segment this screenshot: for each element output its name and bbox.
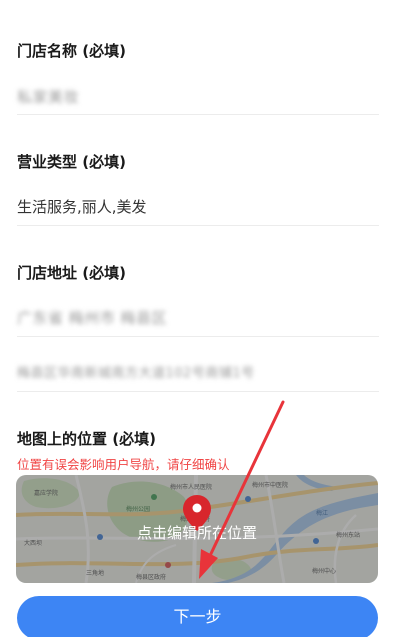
- map-edit-location-text[interactable]: 点击编辑所在位置: [16, 522, 378, 543]
- store-name-input[interactable]: 私家美妆: [17, 86, 79, 107]
- next-step-button[interactable]: 下一步: [17, 596, 378, 637]
- store-name-label: 门店名称 (必填): [17, 42, 126, 60]
- map-location-hint: 位置有误会影响用户导航，请仔细确认: [17, 457, 230, 472]
- business-type-select[interactable]: 生活服务,丽人,美发: [17, 196, 147, 217]
- store-address-label: 门店地址 (必填): [17, 264, 126, 282]
- business-type-label: 营业类型 (必填): [17, 153, 126, 171]
- divider: [17, 336, 379, 337]
- divider: [17, 225, 379, 226]
- store-form-page: 门店名称 (必填) 私家美妆 营业类型 (必填) 生活服务,丽人,美发 门店地址…: [0, 0, 404, 637]
- divider: [17, 391, 379, 392]
- address-detail-input[interactable]: 梅县区华南新城南方大道102号商铺1号: [17, 362, 255, 381]
- address-region-select[interactable]: 广东省 梅州市 梅县区: [17, 307, 167, 328]
- divider: [17, 114, 379, 115]
- map-location-label: 地图上的位置 (必填): [17, 430, 156, 448]
- map-preview[interactable]: 梅州市中医院 梅江区政府 梅州市人民医院 嘉应学院 梅州公园 梅县区政府 梅州中…: [16, 475, 378, 583]
